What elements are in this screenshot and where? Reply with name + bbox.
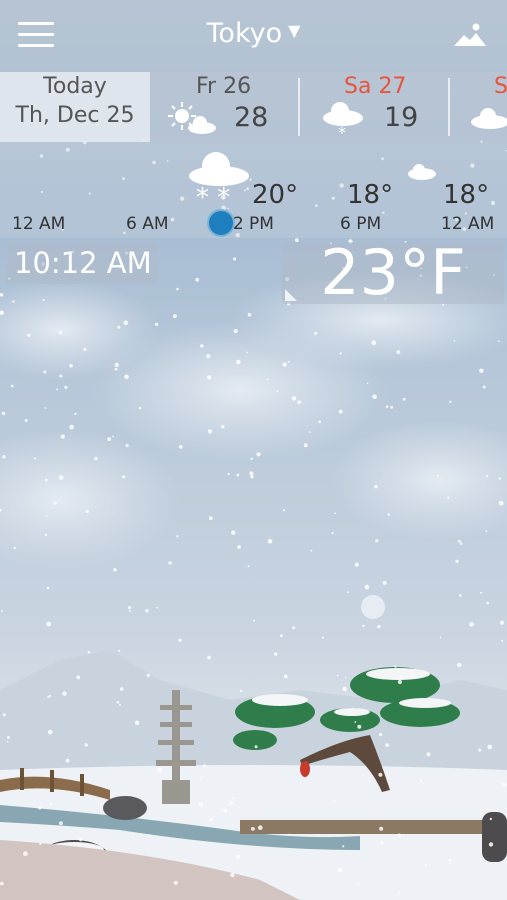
cloud-icon: [471, 108, 507, 129]
day-date: Th, Dec 25: [15, 103, 135, 128]
city-name: Tokyo: [206, 18, 283, 49]
day-temp: 19: [384, 102, 419, 133]
day-sat[interactable]: Sa 27 * 19: [300, 72, 448, 142]
mountain-icon[interactable]: [452, 22, 488, 48]
day-temp: 28: [234, 102, 269, 133]
hour-label: 6 PM: [340, 214, 382, 234]
day-name: Fr 26: [196, 74, 252, 99]
city-selector[interactable]: Tokyo ▼: [0, 18, 507, 49]
day-name: S: [494, 74, 507, 99]
day-today[interactable]: Today Th, Dec 25: [0, 72, 150, 142]
snow-cloud-icon: * *: [189, 152, 249, 208]
current-temperature: 23°F: [320, 236, 466, 309]
hour-label: 12 AM: [441, 214, 495, 234]
snow-cloud-icon: *: [323, 102, 363, 140]
hour-temp: 20°: [252, 180, 299, 210]
caret-down-icon: ▼: [288, 21, 301, 40]
day-fri[interactable]: Fr 26 28: [150, 72, 298, 142]
svg-text:* *: * *: [196, 183, 230, 208]
hour-temp: 18°: [347, 180, 394, 210]
hour-label: 6 AM: [126, 214, 169, 234]
sun-cloud-icon: [168, 102, 216, 134]
current-time: 10:12 AM: [6, 242, 158, 284]
top-bar: Tokyo ▼: [0, 0, 507, 72]
svg-text:*: *: [338, 123, 346, 140]
hour-temp: 18°: [443, 180, 490, 210]
day-name: Sa 27: [344, 74, 407, 99]
current-temperature-panel[interactable]: 23°F: [282, 242, 504, 304]
daily-forecast-strip: Today Th, Dec 25 Fr 26 28 Sa 27 * 19 S: [0, 72, 507, 142]
current-time-marker[interactable]: [207, 209, 235, 237]
moon-cloud-icon: [400, 146, 436, 180]
hour-label: 12 AM: [12, 214, 66, 234]
expand-corner-icon: [285, 289, 297, 301]
day-sun[interactable]: S: [450, 72, 507, 142]
day-name: Today: [43, 74, 107, 99]
